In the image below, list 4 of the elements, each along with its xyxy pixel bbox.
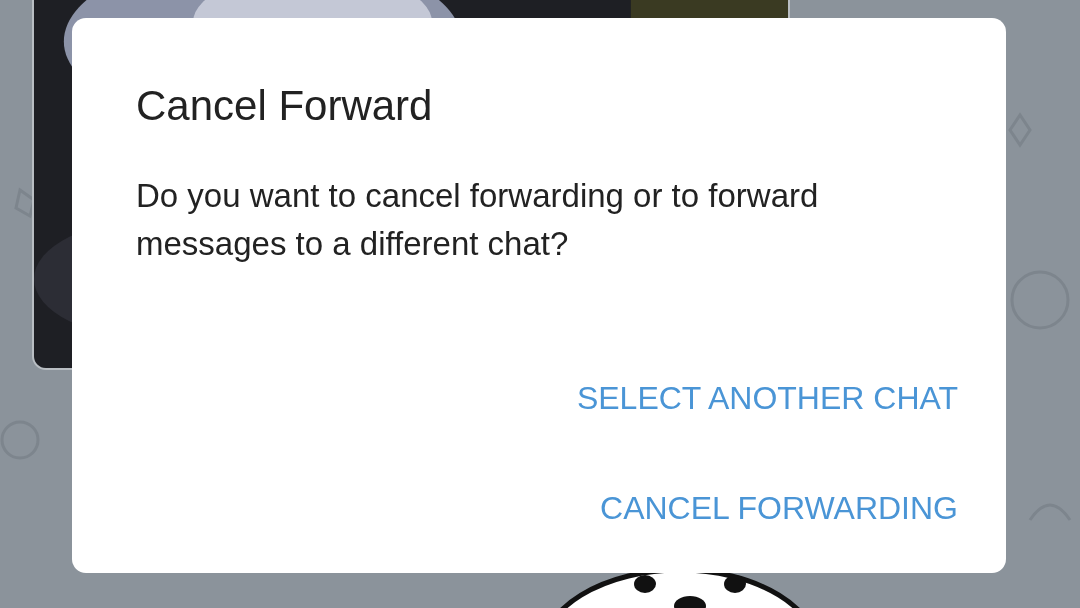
dialog-button[interactable]: CANCEL FORWARDING bbox=[600, 473, 958, 543]
dialog-button[interactable]: SELECT ANOTHER CHAT bbox=[576, 363, 958, 433]
dialog-message: Do you want to cancel forwarding or to forward messages to a different chat? bbox=[136, 176, 820, 264]
dialog-title: Cancel Forward bbox=[136, 81, 434, 131]
